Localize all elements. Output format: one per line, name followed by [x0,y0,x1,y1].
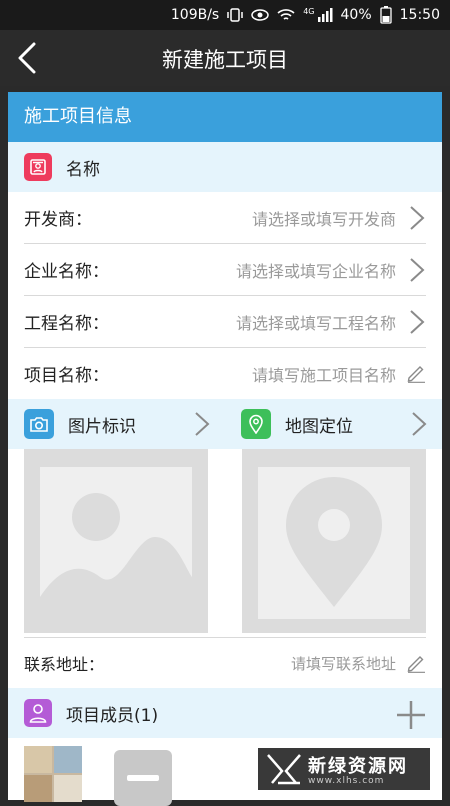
map-location-header[interactable]: 地图定位 [225,399,442,449]
battery-percent: 40% [340,7,372,23]
map-section-label: 地图定位 [285,416,353,437]
map-pin-placeholder-icon [286,477,382,607]
image-placeholder-icon [40,493,192,619]
page-title: 新建施工项目 [162,48,288,72]
signal-icon [317,8,333,22]
watermark: 新绿资源网 www.xlhs.com [258,748,430,790]
status-bar: 109B/s 4G 40% 15:50 [0,0,450,30]
watermark-logo [267,754,301,785]
developer-label: 开发商： [24,210,92,230]
developer-row[interactable]: 开发商： 请选择或填写开发商 [24,192,426,244]
name-section-header: 名称 [8,142,442,192]
company-label: 企业名称： [24,262,109,282]
media-previews [8,449,442,637]
chevron-right-icon[interactable] [408,257,426,283]
network-type: 4G [303,6,315,16]
pencil-icon[interactable] [406,363,426,383]
clock: 15:50 [399,7,440,23]
map-pin-icon [241,409,271,439]
form-section-title: 施工项目信息 [8,92,442,142]
chevron-right-icon[interactable] [193,411,211,437]
person-icon [24,699,52,727]
title-bar: 新建施工项目 [0,30,450,86]
add-member-icon[interactable] [396,700,426,730]
wifi-icon [277,9,295,20]
company-input[interactable]: 请选择或填写企业名称 [236,258,396,282]
project-name-label: 项目名称： [24,366,109,386]
company-row[interactable]: 企业名称： 请选择或填写企业名称 [24,244,426,296]
remove-member-button[interactable] [114,750,172,806]
battery-icon [379,6,392,24]
image-placeholder[interactable] [24,449,208,633]
name-card-icon [24,153,52,181]
minus-icon [127,775,159,781]
engineering-label: 工程名称： [24,314,109,334]
vibrate-icon [227,8,243,22]
address-label: 联系地址： [24,655,105,674]
project-name-row[interactable]: 项目名称： 请填写施工项目名称 [24,348,426,399]
developer-input[interactable]: 请选择或填写开发商 [252,206,396,230]
chevron-right-icon[interactable] [410,411,428,437]
name-section-label: 名称 [66,159,100,180]
watermark-name: 新绿资源网 [308,756,408,777]
eye-icon [251,9,269,21]
member-avatar[interactable] [24,746,82,802]
map-placeholder[interactable] [242,449,426,633]
network-speed: 109B/s [170,7,220,23]
project-name-input[interactable]: 请填写施工项目名称 [252,362,396,386]
chevron-right-icon[interactable] [408,205,426,231]
media-section-header: 图片标识 地图定位 [8,399,442,449]
image-section-label: 图片标识 [68,416,136,437]
members-section-label: 项目成员(1) [66,705,159,726]
chevron-right-icon[interactable] [408,309,426,335]
image-marker-header[interactable]: 图片标识 [8,399,225,449]
address-row[interactable]: 联系地址： 请填写联系地址 [24,637,426,688]
address-input[interactable]: 请填写联系地址 [291,653,396,674]
engineering-row[interactable]: 工程名称： 请选择或填写工程名称 [24,296,426,348]
pencil-icon[interactable] [406,653,426,673]
project-form-card: 施工项目信息 名称 开发商： 请选择或填写开发商 企业名称： 请选择或填写企业名… [8,92,442,806]
camera-icon [24,409,54,439]
members-section-header: 项目成员(1) [8,688,442,738]
engineering-input[interactable]: 请选择或填写工程名称 [236,310,396,334]
